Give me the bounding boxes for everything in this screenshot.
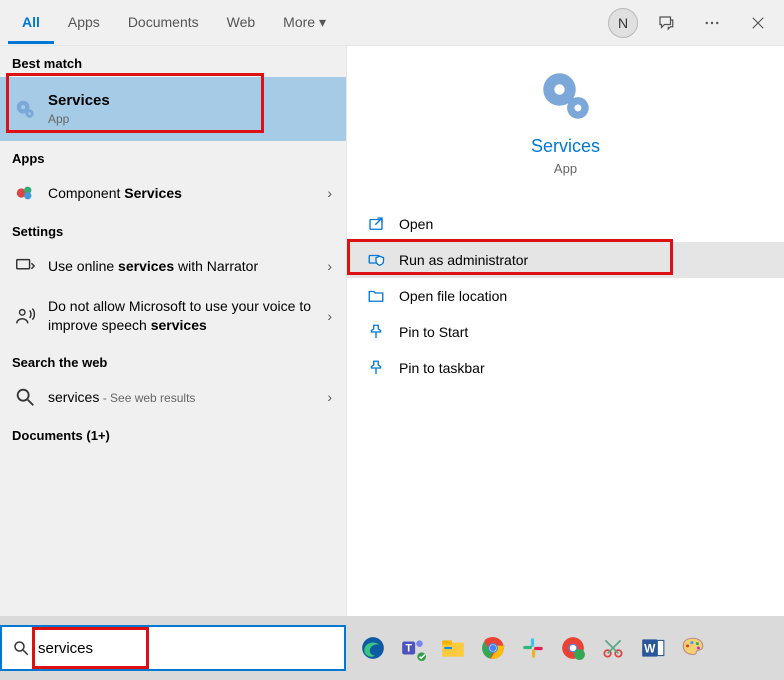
section-search-web: Search the web — [0, 345, 346, 376]
action-label: Pin to taskbar — [399, 360, 485, 376]
result-label: Use online services with Narrator — [48, 257, 315, 276]
tab-documents[interactable]: Documents — [114, 2, 213, 44]
pin-icon — [367, 359, 385, 377]
more-icon[interactable] — [694, 5, 730, 41]
search-input[interactable] — [38, 640, 334, 657]
result-label: Component Services — [48, 184, 315, 203]
tab-web[interactable]: Web — [213, 2, 270, 44]
section-settings: Settings — [0, 214, 346, 245]
detail-subtitle: App — [347, 161, 784, 176]
result-component-services[interactable]: Component Services › — [0, 172, 346, 214]
taskbar-paint-icon[interactable] — [676, 631, 710, 665]
result-label: Do not allow Microsoft to use your voice… — [48, 297, 315, 335]
chevron-right-icon: › — [327, 389, 332, 405]
folder-icon — [367, 287, 385, 305]
action-label: Open — [399, 216, 433, 232]
detail-panel: Services App Open Run as administrator O… — [346, 46, 784, 616]
action-label: Open file location — [399, 288, 507, 304]
component-icon — [14, 182, 36, 204]
action-label: Run as administrator — [399, 252, 528, 268]
section-best-match: Best match — [0, 46, 346, 77]
gear-icon — [14, 98, 36, 120]
open-icon — [367, 215, 385, 233]
action-open[interactable]: Open — [347, 206, 784, 242]
result-subtitle: App — [48, 111, 332, 127]
section-apps: Apps — [0, 141, 346, 172]
taskbar-word-icon[interactable]: W — [636, 631, 670, 665]
chevron-down-icon: ▾ — [319, 14, 326, 30]
taskbar-slack-icon[interactable] — [516, 631, 550, 665]
svg-text:T: T — [405, 642, 412, 654]
action-label: Pin to Start — [399, 324, 468, 340]
taskbar-edge-icon[interactable] — [356, 631, 390, 665]
search-icon — [12, 639, 30, 657]
tab-apps[interactable]: Apps — [54, 2, 114, 44]
action-pin-start[interactable]: Pin to Start — [347, 314, 784, 350]
taskbar-chrome-icon[interactable] — [476, 631, 510, 665]
result-label: services - See web results — [48, 388, 315, 407]
filter-tabs: All Apps Documents Web More ▾ N — [0, 0, 784, 46]
taskbar-explorer-icon[interactable] — [436, 631, 470, 665]
chevron-right-icon: › — [327, 308, 332, 324]
chevron-right-icon: › — [327, 185, 332, 201]
search-box[interactable] — [0, 625, 346, 671]
taskbar: T W — [0, 616, 784, 680]
result-speech-services[interactable]: Do not allow Microsoft to use your voice… — [0, 287, 346, 345]
search-icon — [14, 386, 36, 408]
detail-title: Services — [347, 136, 784, 157]
chevron-right-icon: › — [327, 258, 332, 274]
action-run-admin[interactable]: Run as administrator — [347, 242, 784, 278]
action-pin-taskbar[interactable]: Pin to taskbar — [347, 350, 784, 386]
section-documents: Documents (1+) — [0, 418, 346, 449]
result-web-services[interactable]: services - See web results › — [0, 376, 346, 418]
results-panel: Best match Services App Apps Component S… — [0, 46, 346, 616]
shield-icon — [367, 251, 385, 269]
taskbar-teams-icon[interactable]: T — [396, 631, 430, 665]
gear-icon — [540, 70, 592, 122]
taskbar-snip-icon[interactable] — [596, 631, 630, 665]
person-voice-icon — [14, 305, 36, 327]
svg-text:W: W — [644, 641, 656, 655]
feedback-icon[interactable] — [648, 5, 684, 41]
monitor-icon — [14, 255, 36, 277]
close-icon[interactable] — [740, 5, 776, 41]
best-match-services[interactable]: Services App — [0, 77, 346, 141]
tab-all[interactable]: All — [8, 2, 54, 44]
taskbar-chrome2-icon[interactable] — [556, 631, 590, 665]
avatar[interactable]: N — [608, 8, 638, 38]
tab-more[interactable]: More ▾ — [269, 2, 340, 44]
result-narrator-services[interactable]: Use online services with Narrator › — [0, 245, 346, 287]
pin-icon — [367, 323, 385, 341]
action-open-location[interactable]: Open file location — [347, 278, 784, 314]
result-title: Services — [48, 91, 332, 111]
